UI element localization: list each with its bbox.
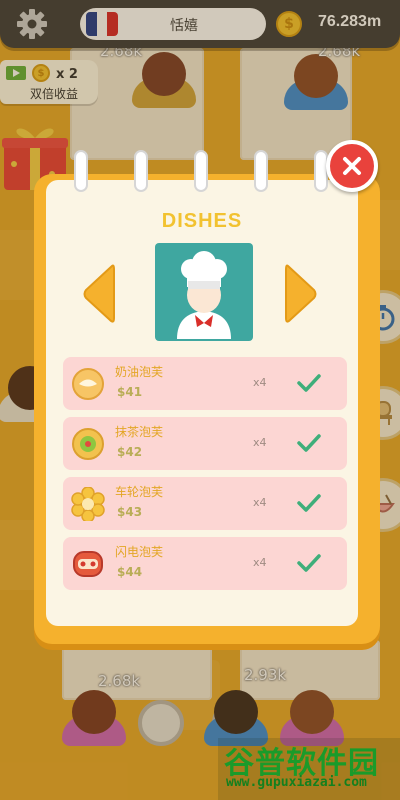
dish-name: 奶油泡芙 (115, 365, 164, 379)
eclair-icon (73, 551, 103, 577)
check-icon (297, 494, 321, 512)
previous-chef-arrow-icon[interactable] (82, 262, 116, 326)
dish-row-eclair[interactable]: 闪电泡芙 $44 x4 (63, 537, 347, 590)
wheel-puff-icon (71, 487, 105, 521)
binder-ring (134, 150, 148, 192)
close-icon (343, 157, 361, 175)
cream-puff-icon (72, 368, 104, 400)
matcha-puff-icon (72, 428, 104, 460)
watermark-url: www.gupuxiazai.com (226, 775, 367, 790)
check-icon (297, 554, 321, 572)
dish-price: $44 (117, 565, 143, 579)
dish-quantity: x4 (253, 496, 267, 509)
dish-quantity: x4 (253, 436, 267, 449)
close-button[interactable] (326, 140, 378, 192)
chef-icon (177, 251, 231, 339)
dish-quantity: x4 (253, 376, 267, 389)
dish-name: 抹茶泡芙 (115, 425, 164, 439)
binder-ring (194, 150, 208, 192)
dish-price: $42 (117, 445, 143, 459)
binder-ring (254, 150, 268, 192)
dish-row-wheel-puff[interactable]: 车轮泡芙 $43 x4 (63, 477, 347, 530)
check-icon (297, 374, 321, 392)
dish-name: 车轮泡芙 (115, 485, 164, 499)
chef-portrait (155, 243, 253, 341)
binder-ring (74, 150, 88, 192)
dish-price: $43 (117, 505, 143, 519)
dish-row-cream-puff[interactable]: 奶油泡芙 $41 x4 (63, 357, 347, 410)
next-chef-arrow-icon[interactable] (284, 262, 318, 326)
dish-name: 闪电泡芙 (115, 545, 164, 559)
modal-title: DISHES (161, 210, 243, 232)
dish-row-matcha-puff[interactable]: 抹茶泡芙 $42 x4 (63, 417, 347, 470)
check-icon (297, 434, 321, 452)
dish-price: $41 (117, 385, 143, 399)
dish-quantity: x4 (253, 556, 267, 569)
